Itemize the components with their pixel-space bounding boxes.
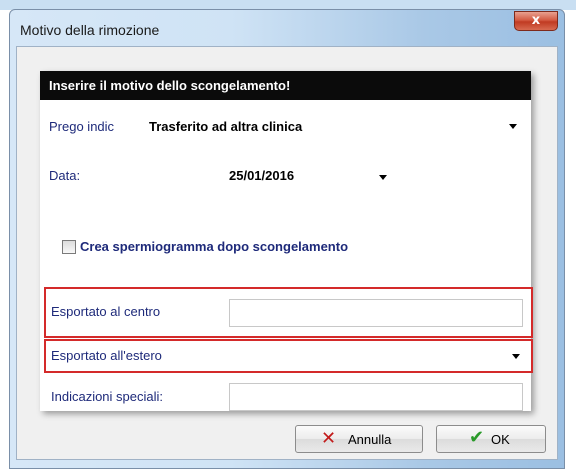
reason-panel: Inserire il motivo dello scongelamento! … [40,71,533,411]
dialog-window: Motivo della rimozione x Inserire il mot… [9,9,565,469]
chevron-down-icon [509,124,517,129]
reason-dropdown[interactable]: Trasferito ad altra clinica [144,113,524,139]
chevron-down-icon [512,354,520,359]
title-bar[interactable]: Motivo della rimozione x [10,10,564,46]
ok-button-label: OK [491,432,510,447]
export-abroad-dropdown[interactable] [230,343,527,369]
cancel-button-label: Annulla [348,432,392,447]
date-picker[interactable]: 25/01/2016 [224,162,400,188]
export-center-input[interactable] [229,299,523,327]
export-center-label: Esportato al centro [51,304,161,319]
checkmark-icon: ✔ [469,427,485,448]
chevron-down-icon [379,175,387,180]
close-icon: x [531,13,541,28]
date-value: 25/01/2016 [229,168,295,183]
cancel-button[interactable]: ✕ Annulla [295,425,423,453]
export-abroad-label: Esportato all'estero [51,348,162,363]
dialog-body: Inserire il motivo dello scongelamento! … [16,46,558,460]
panel-header: Inserire il motivo dello scongelamento! [40,71,531,100]
reason-value: Trasferito ad altra clinica [149,119,303,134]
special-indications-label: Indicazioni speciali: [51,389,164,404]
spermiogram-checkbox-label[interactable]: Crea spermiogramma dopo scongelamento [80,239,348,254]
spermiogram-checkbox[interactable] [62,240,76,254]
special-indications-input[interactable] [229,383,523,411]
reason-label: Prego indic [49,119,115,134]
ok-button[interactable]: ✔ OK [436,425,546,453]
close-button[interactable]: x [514,11,558,31]
date-label: Data: [49,168,81,183]
window-title: Motivo della rimozione [20,22,160,38]
x-icon: ✕ [321,428,337,449]
